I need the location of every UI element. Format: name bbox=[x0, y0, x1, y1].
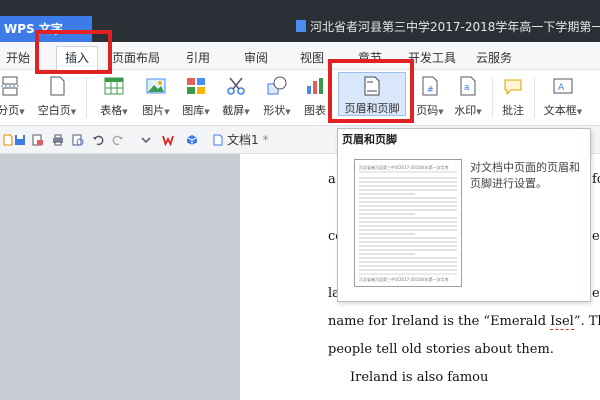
text-box-icon: A bbox=[553, 78, 573, 94]
scissors-icon bbox=[227, 77, 245, 95]
tooltip-preview-thumbnail: 河北省者河县第三中学2017-2018学年第一次月考 河北省者河县第三中学201… bbox=[354, 159, 462, 287]
tab-home[interactable]: 开始 bbox=[6, 49, 30, 66]
page-number-icon: # bbox=[422, 76, 438, 96]
tab-page-layout[interactable]: 页面布局 bbox=[112, 49, 160, 66]
tab-developer-tools[interactable]: 开发工具 bbox=[408, 49, 456, 66]
body-line: people tell old stories about them. bbox=[328, 342, 554, 357]
body-text: name for Ireland is the “Emerald bbox=[328, 314, 551, 329]
table-label: 表格 bbox=[100, 104, 123, 117]
comment-button[interactable]: 批注 bbox=[496, 70, 530, 126]
unsaved-marker: * bbox=[262, 133, 269, 147]
wps-writer-window: WPS 文字 河北省者河县第三中学2017-2018学年高一下学期第一次 开始 … bbox=[0, 0, 600, 400]
tab-review[interactable]: 审阅 bbox=[244, 49, 268, 66]
shapes-button[interactable]: 形状▼ bbox=[256, 70, 298, 126]
body-line: Ireland is also famou bbox=[350, 370, 489, 385]
chart-label: 图表 bbox=[304, 104, 326, 117]
watermark-icon: a bbox=[460, 76, 476, 96]
page-break-icon bbox=[1, 76, 21, 96]
blank-page-label: 空白页 bbox=[37, 104, 71, 117]
svg-text:#: # bbox=[427, 85, 434, 94]
chart-icon bbox=[307, 78, 323, 94]
text-box-label: 文本框 bbox=[543, 104, 577, 117]
blank-page-icon bbox=[50, 76, 65, 96]
picture-button[interactable]: 图片▼ bbox=[136, 70, 176, 126]
new-doc-icon[interactable] bbox=[2, 134, 14, 146]
undo-icon[interactable] bbox=[92, 134, 104, 146]
text-fragment: ee bbox=[592, 229, 600, 244]
print-icon[interactable] bbox=[52, 134, 64, 146]
preview-page-graphic: 河北省者河县第三中学2017-2018学年第一次月考 河北省者河县第三中学201… bbox=[359, 164, 457, 282]
export-pdf-icon[interactable] bbox=[32, 134, 44, 146]
cube-icon[interactable] bbox=[186, 134, 198, 146]
gallery-label: 图库 bbox=[182, 104, 205, 117]
gallery-button[interactable]: 图库▼ bbox=[176, 70, 216, 126]
shapes-icon bbox=[267, 76, 287, 95]
document-tab-label: 文档1 bbox=[227, 133, 259, 147]
save-icon[interactable] bbox=[14, 134, 26, 146]
page-number-label: 页码 bbox=[416, 104, 439, 117]
redo-icon[interactable] bbox=[112, 134, 124, 146]
text-box-button[interactable]: A 文本框▼ bbox=[538, 70, 588, 126]
chevron-down-icon[interactable] bbox=[140, 134, 152, 146]
page-number-button[interactable]: # 页码▼ bbox=[412, 70, 448, 126]
preview-footer-text: 河北省者河县第三中学2017-2018学年第一次月考 bbox=[359, 276, 449, 282]
document-tab-icon bbox=[213, 134, 223, 146]
ribbon-insert: 分页▼ 空白页▼ 表格▼ 图片▼ 图库▼ 截屏▼ 形状▼ 图表 页眉和页脚 # … bbox=[0, 70, 600, 126]
ribbon-separator bbox=[86, 78, 87, 118]
body-text: ”. The bbox=[573, 314, 600, 329]
body-line: name for Ireland is the “Emerald Isel”. … bbox=[328, 314, 600, 330]
screenshot-label: 截屏 bbox=[222, 104, 245, 117]
highlight-box-insert-tab bbox=[35, 30, 112, 74]
table-icon bbox=[104, 77, 124, 95]
gallery-icon bbox=[187, 78, 205, 94]
page-break-button[interactable]: 分页▼ bbox=[0, 70, 28, 126]
shapes-label: 形状 bbox=[263, 104, 286, 117]
wps-logo-icon[interactable] bbox=[162, 134, 174, 146]
svg-text:a: a bbox=[464, 83, 470, 93]
document-title-text: 河北省者河县第三中学2017-2018学年高一下学期第一次 bbox=[310, 20, 600, 34]
screenshot-button[interactable]: 截屏▼ bbox=[216, 70, 256, 126]
picture-label: 图片 bbox=[142, 104, 165, 117]
watermark-button[interactable]: a 水印▼ bbox=[448, 70, 488, 126]
tab-references[interactable]: 引用 bbox=[186, 49, 210, 66]
ribbon-separator bbox=[492, 78, 493, 118]
preview-header-text: 河北省者河县第三中学2017-2018学年第一次月考 bbox=[359, 164, 449, 170]
watermark-label: 水印 bbox=[454, 104, 477, 117]
tab-cloud-services[interactable]: 云服务 bbox=[476, 49, 512, 66]
comment-icon bbox=[504, 79, 522, 96]
table-button[interactable]: 表格▼ bbox=[92, 70, 136, 126]
svg-text:A: A bbox=[558, 83, 565, 93]
tab-view[interactable]: 视图 bbox=[300, 49, 324, 66]
text-fragment: fo bbox=[592, 172, 600, 187]
tooltip-description: 对文档中页面的页眉和页脚进行设置。 bbox=[470, 161, 580, 190]
page-break-label: 分页 bbox=[0, 104, 20, 117]
spelling-error[interactable]: Isel bbox=[550, 314, 574, 330]
tooltip-title: 页眉和页脚 bbox=[342, 133, 397, 146]
blank-page-button[interactable]: 空白页▼ bbox=[32, 70, 82, 126]
chart-button[interactable]: 图表 bbox=[298, 70, 332, 126]
document-icon bbox=[296, 20, 306, 32]
text-fragment: e bbox=[592, 286, 600, 301]
document-title: 河北省者河县第三中学2017-2018学年高一下学期第一次 bbox=[296, 18, 600, 35]
picture-icon bbox=[146, 78, 166, 94]
document-tab[interactable]: 文档1 * bbox=[212, 131, 268, 148]
ribbon-separator bbox=[534, 78, 535, 118]
comment-label: 批注 bbox=[502, 104, 524, 117]
highlight-box-header-footer bbox=[328, 59, 414, 123]
print-preview-icon[interactable] bbox=[72, 134, 84, 146]
